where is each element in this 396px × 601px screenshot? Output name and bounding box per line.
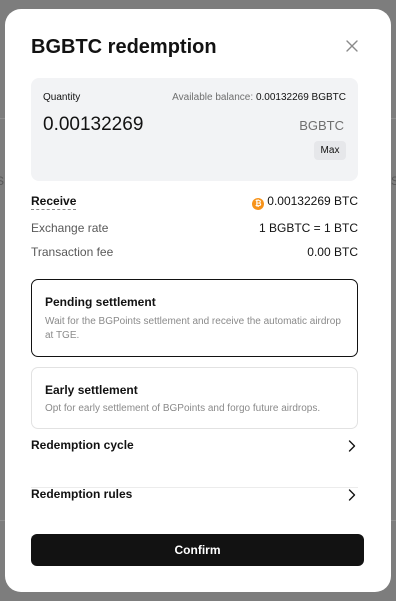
option-pending-settlement[interactable]: Pending settlement Wait for the BGPoints…: [31, 279, 358, 357]
modal-title: BGBTC redemption: [31, 36, 217, 58]
option-description: Wait for the BGPoints settlement and rec…: [45, 316, 341, 341]
quantity-unit: BGBTC: [299, 118, 344, 133]
receive-row: Receive ₿ 0.00132269 BTC: [31, 194, 358, 212]
transaction-fee-value: 0.00 BTC: [307, 245, 358, 259]
quantity-label: Quantity: [43, 92, 81, 103]
backdrop-divider: [391, 118, 396, 119]
confirm-button[interactable]: Confirm: [31, 534, 364, 566]
bitcoin-icon: ₿: [252, 198, 265, 210]
receive-label[interactable]: Receive: [31, 194, 77, 210]
backdrop-text: S: [0, 174, 5, 188]
redemption-modal: BGBTC redemption Quantity Available bala…: [5, 9, 391, 592]
option-title: Early settlement: [45, 383, 138, 397]
max-button[interactable]: Max: [314, 141, 346, 160]
backdrop-divider: [391, 520, 396, 521]
available-balance-value: 0.00132269 BGBTC: [255, 92, 346, 103]
receive-value-wrap: ₿ 0.00132269 BTC: [252, 194, 358, 210]
quantity-box: Quantity Available balance: 0.00132269 B…: [31, 78, 358, 181]
receive-value: 0.00132269 BTC: [267, 194, 358, 208]
close-button[interactable]: [343, 37, 361, 55]
available-balance: Available balance: 0.00132269 BGBTC: [172, 92, 346, 103]
redemption-cycle-label: Redemption cycle: [31, 438, 134, 452]
quantity-input[interactable]: [43, 112, 243, 138]
backdrop-text: S: [391, 174, 396, 188]
transaction-fee-row: Transaction fee 0.00 BTC: [31, 245, 358, 263]
option-early-settlement[interactable]: Early settlement Opt for early settlemen…: [31, 367, 358, 429]
chevron-right-icon: [348, 440, 356, 452]
redemption-cycle-link[interactable]: Redemption cycle: [31, 438, 358, 488]
available-balance-label: Available balance:: [172, 92, 254, 103]
exchange-rate-value: 1 BGBTC = 1 BTC: [258, 221, 358, 235]
option-description: Opt for early settlement of BGPoints and…: [45, 403, 321, 414]
redemption-rules-label: Redemption rules: [31, 487, 133, 501]
redemption-rules-link[interactable]: Redemption rules: [31, 487, 358, 537]
transaction-fee-label: Transaction fee: [31, 245, 114, 259]
exchange-rate-row: Exchange rate 1 BGBTC = 1 BTC: [31, 221, 358, 239]
option-title: Pending settlement: [45, 295, 156, 309]
chevron-right-icon: [348, 489, 356, 501]
close-icon: [346, 40, 358, 52]
exchange-rate-label: Exchange rate: [31, 221, 109, 235]
